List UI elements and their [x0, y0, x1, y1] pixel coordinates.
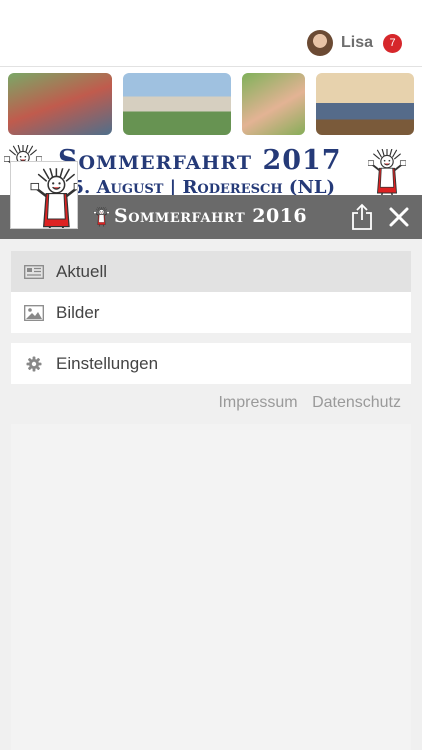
user-profile[interactable]: Lisa 7: [306, 30, 402, 56]
settings-menu: Einstellungen: [11, 343, 411, 384]
content-area: [11, 424, 411, 750]
page-title: Sommerfahrt 2016: [114, 205, 308, 227]
girls-photo: [240, 71, 307, 137]
close-icon: [389, 207, 409, 227]
gear-icon: [24, 356, 44, 372]
user-name: Lisa: [340, 34, 373, 51]
share-icon: [352, 203, 372, 230]
app-bar: Sommerfahrt 2016: [0, 161, 422, 239]
share-button[interactable]: [349, 203, 375, 231]
boys-photo: [314, 71, 416, 137]
menu-item-bilder[interactable]: Bilder: [11, 292, 411, 333]
banner-title: Sommerfahrt 2017: [58, 145, 342, 176]
mascot-icon: [368, 149, 406, 195]
menu-item-label: Einstellungen: [56, 353, 159, 373]
datenschutz-link[interactable]: Datenschutz: [312, 394, 401, 411]
banner-subtitle: –25. August | Roderesch (NL): [50, 177, 336, 195]
footer-links: Impressum Datenschutz: [208, 394, 401, 412]
mascot-small-icon: [93, 207, 110, 227]
menu-item-label: Aktuell: [56, 261, 108, 281]
close-button[interactable]: [387, 205, 411, 229]
menu-item-label: Bilder: [56, 302, 100, 322]
group-photo: [6, 71, 114, 137]
main-menu: Aktuell Bilder: [11, 251, 411, 333]
menu-item-aktuell[interactable]: Aktuell: [11, 251, 411, 292]
mascot-icon: [11, 162, 77, 228]
news-icon: [24, 264, 44, 280]
avatar[interactable]: [306, 30, 333, 56]
app-logo[interactable]: [10, 161, 78, 229]
notification-badge[interactable]: 7: [383, 33, 402, 53]
impressum-link[interactable]: Impressum: [218, 394, 297, 411]
house-photo: [121, 71, 233, 137]
menu-item-einstellungen[interactable]: Einstellungen: [11, 343, 411, 384]
image-icon: [24, 304, 44, 321]
top-bar: Lisa 7: [0, 0, 422, 67]
